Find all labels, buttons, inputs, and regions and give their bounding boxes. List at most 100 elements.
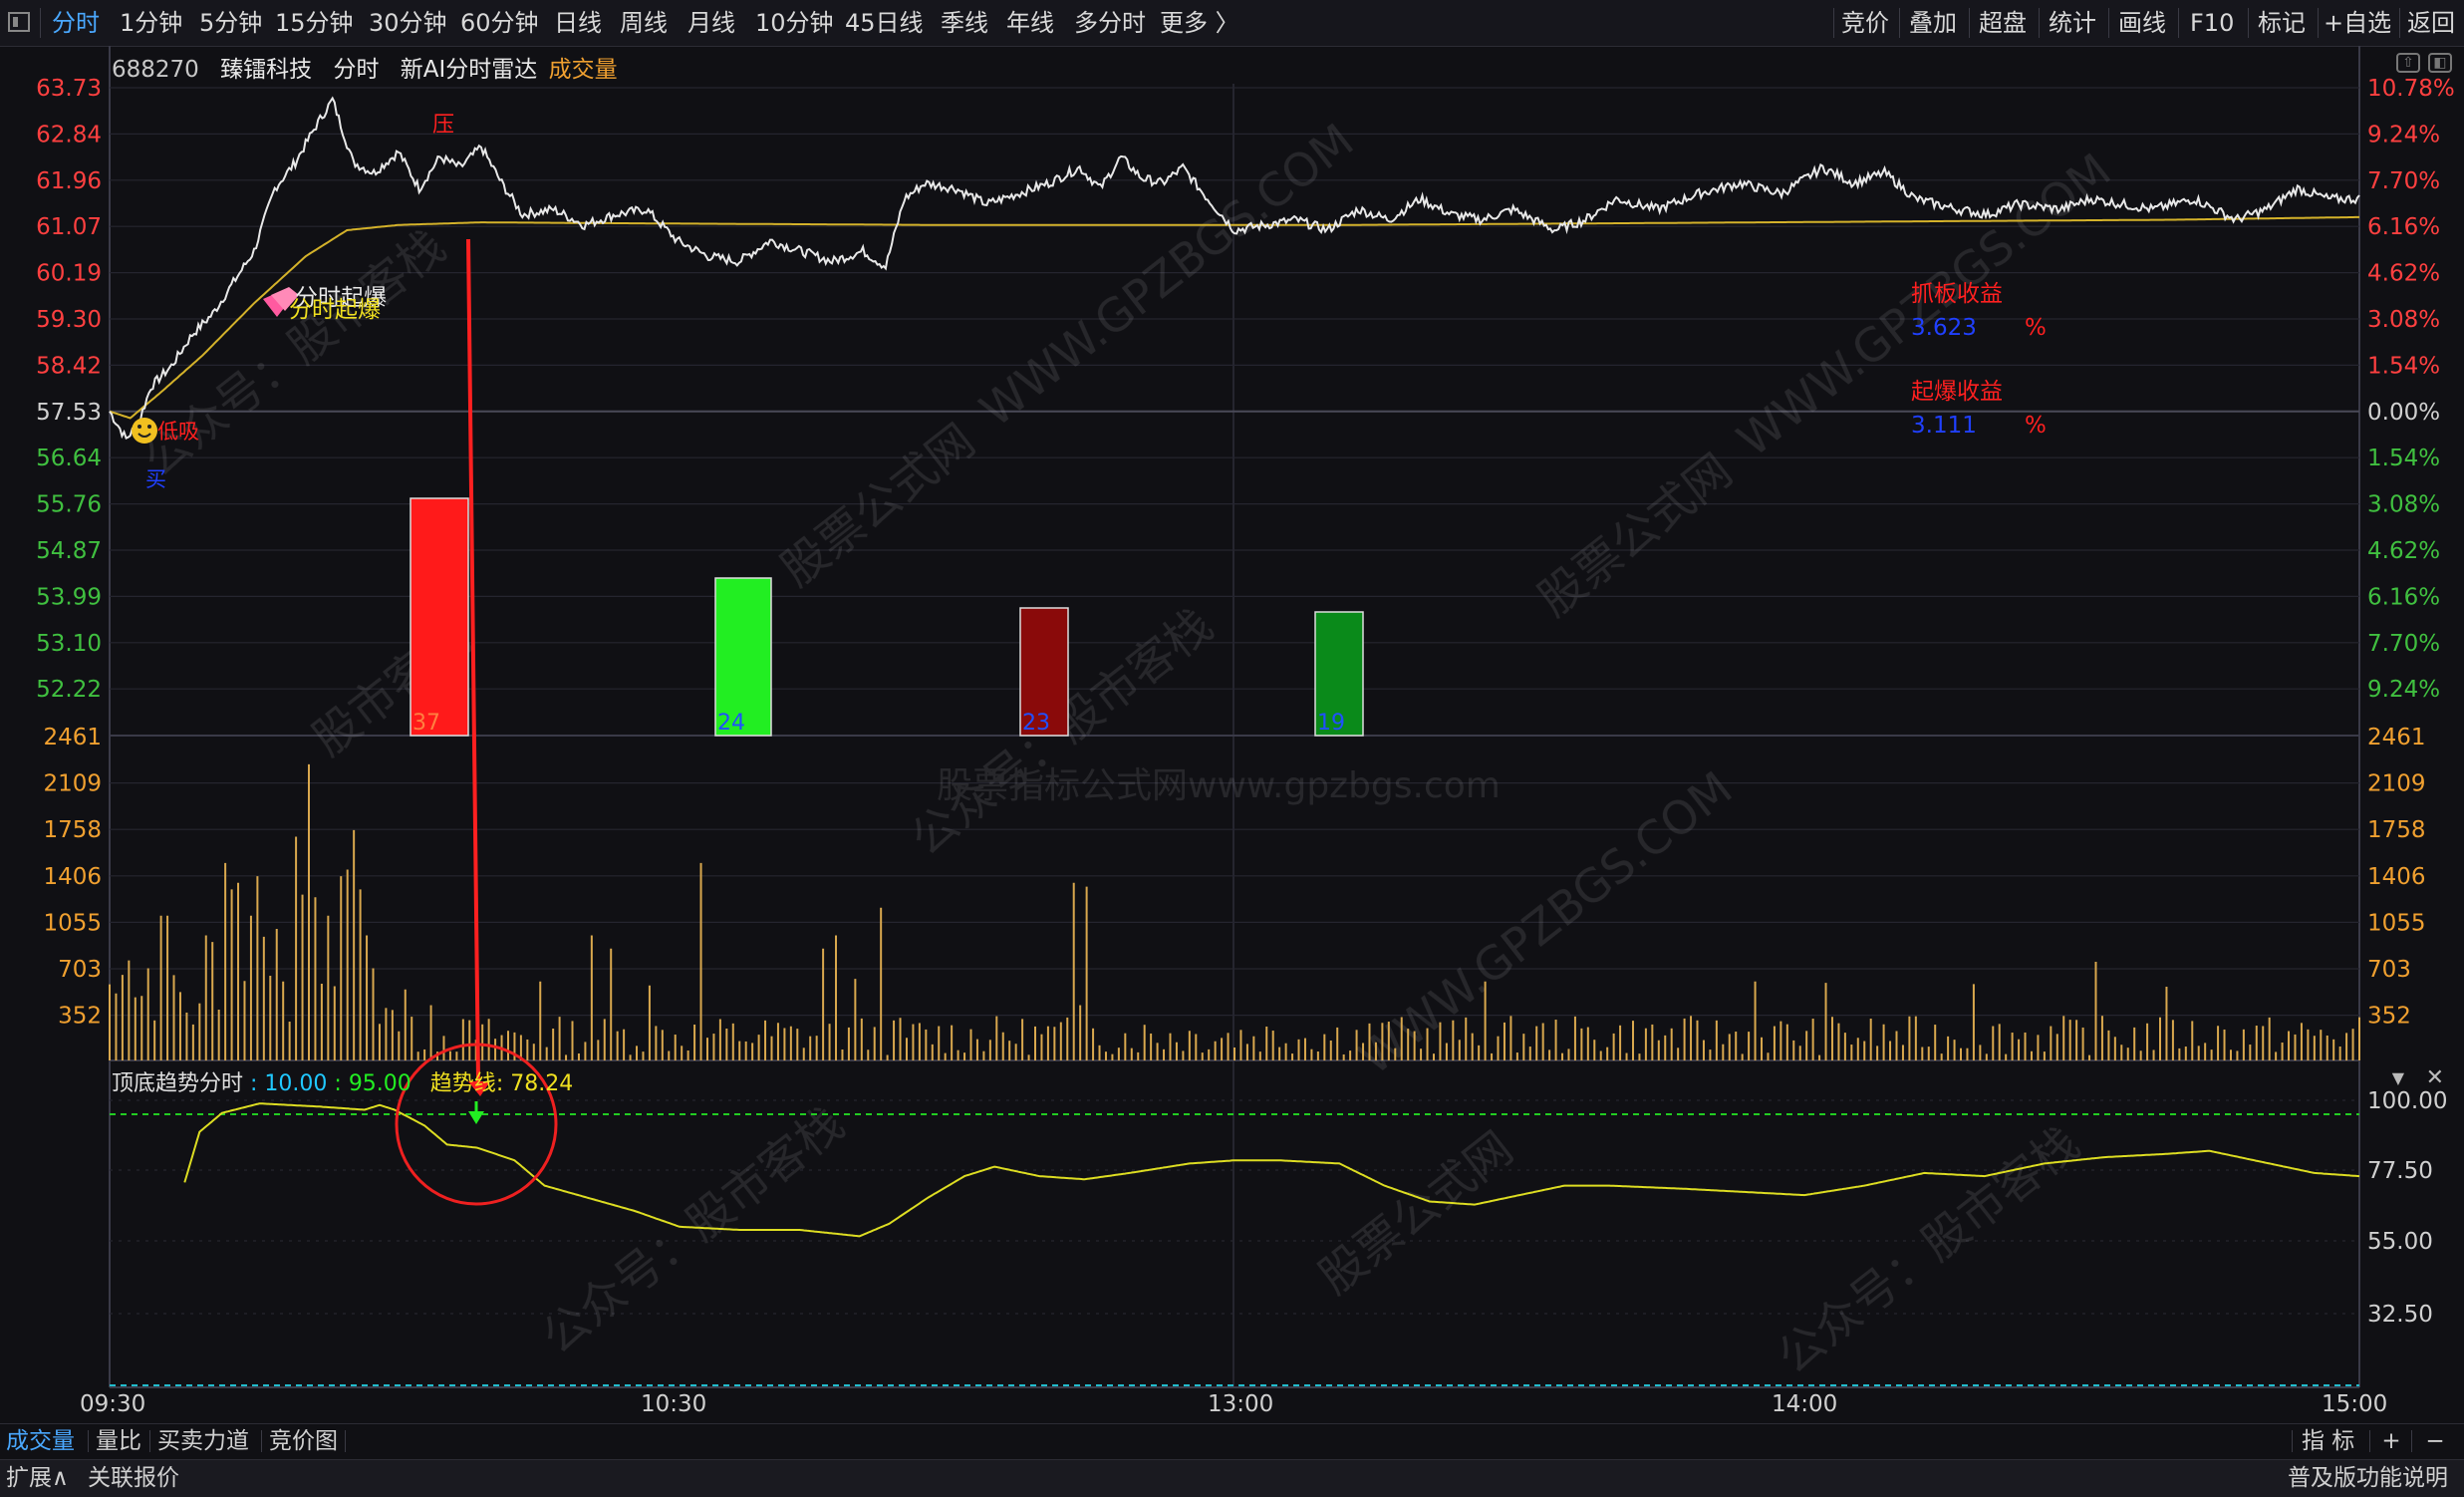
watermark-text: WWW.GPZBGS.COM [1728, 144, 2121, 467]
volume-bars [109, 763, 2360, 1060]
watermark-text: 股市客栈 [303, 611, 480, 766]
volume-label[interactable]: 成交量 [549, 57, 618, 83]
percent-tick-label: 9.24% [2367, 122, 2440, 148]
auction-button[interactable]: 竞价 [1841, 0, 1889, 46]
percent-tick-label: 7.70% [2367, 168, 2440, 194]
tab-divider [2292, 1430, 2293, 1452]
volume-tick-label: 1406 [2367, 864, 2426, 890]
add-indicator-button[interactable]: + [2377, 1424, 2405, 1458]
maximize-panel-icon[interactable]: ⇧ [2396, 53, 2420, 73]
price-axis-left: 63.73 62.84 61.96 61.07 60.19 59.30 58.42 57.53… [36, 76, 102, 703]
volume-tick-label: 1055 [43, 910, 102, 936]
indicator-axis-right: 100.00 77.50 55.00 32.50 [2367, 1088, 2447, 1328]
signal-bar-label: 37 [412, 711, 440, 736]
add-watchlist-button[interactable]: +自选 [2324, 0, 2391, 46]
indicator-tick-label: 55.00 [2367, 1229, 2433, 1255]
period-tab-45day[interactable]: 45日线 [845, 0, 924, 46]
percent-tick-label: 9.24% [2367, 677, 2440, 703]
indicator-dropdown-icon[interactable]: ▼ [2392, 1068, 2404, 1087]
percent-tick-label: 6.16% [2367, 214, 2440, 240]
period-tab-10min[interactable]: 10分钟 [755, 0, 834, 46]
indicator-tabs: 成交量 量比 买卖力道 竞价图 指 标 + − [0, 1423, 2464, 1458]
price-tick-label: 61.96 [36, 168, 102, 194]
volume-axis-left: 2461 2109 1758 1406 1055 703 352 [43, 725, 102, 1030]
time-tick-label: 14:00 [1772, 1391, 1837, 1417]
remove-indicator-button[interactable]: − [2421, 1424, 2449, 1458]
gem-shape [263, 291, 291, 317]
signal-bar-label: 23 [1022, 711, 1050, 736]
volume-tick-label: 2461 [43, 725, 102, 750]
percent-tick-label: 4.62% [2367, 261, 2440, 287]
tab-divider [2369, 1430, 2370, 1452]
watermark-text: 股票公式网 [1309, 1121, 1522, 1305]
mark-button[interactable]: 标记 [2258, 0, 2306, 46]
tab-buy-sell-power[interactable]: 买卖力道 [157, 1424, 249, 1458]
tab-volume-ratio[interactable]: 量比 [96, 1424, 141, 1458]
indicator-name[interactable]: 顶底趋势分时 [112, 1071, 243, 1096]
draw-line-button[interactable]: 画线 [2118, 0, 2166, 46]
time-tick-label: 15:00 [2322, 1391, 2387, 1417]
period-tab-multi[interactable]: 多分时 [1074, 0, 1146, 46]
price-tick-label: 63.73 [36, 76, 102, 102]
breakout-gem-icon [263, 287, 299, 317]
indicator-name[interactable]: 新AI分时雷达 [401, 57, 538, 83]
period-label: 分时 [333, 57, 380, 83]
period-tab-day[interactable]: 日线 [554, 0, 602, 46]
tab-auction-chart[interactable]: 竞价图 [269, 1424, 338, 1458]
percent-tick-label: 0.00% [2367, 400, 2440, 426]
period-tab-month[interactable]: 月线 [687, 0, 735, 46]
volume-tick-label: 703 [2367, 957, 2411, 983]
overlay-button[interactable]: 叠加 [1909, 0, 1957, 46]
price-tick-label: 62.84 [36, 122, 102, 148]
period-tab-5min[interactable]: 5分钟 [199, 0, 262, 46]
volume-tick-label: 352 [2367, 1004, 2411, 1030]
indicator-close-icon[interactable]: ✕ [2426, 1065, 2444, 1090]
version-help-link[interactable]: 普及版功能说明 [2288, 1460, 2448, 1496]
statistics-button[interactable]: 统计 [2049, 0, 2096, 46]
toolbar-divider [2108, 8, 2109, 38]
toolbar-divider [2399, 8, 2400, 38]
signal-bar-label: 19 [1317, 711, 1345, 736]
period-tab-60min[interactable]: 60分钟 [460, 0, 539, 46]
chart-title: 688270 臻镭科技 分时 新AI分时雷达 成交量 [112, 50, 632, 84]
period-tab-30min[interactable]: 30分钟 [369, 0, 447, 46]
period-tab-1min[interactable]: 1分钟 [120, 0, 182, 46]
toolbar-divider [2178, 8, 2179, 38]
f10-button[interactable]: F10 [2190, 0, 2234, 46]
watermark-text: 公众号：股市客栈 [1768, 1116, 2089, 1384]
time-tick-label: 10:30 [641, 1391, 706, 1417]
volume-tick-label: 1758 [2367, 817, 2426, 843]
expand-button[interactable]: 扩展∧ [6, 1460, 69, 1496]
price-tick-label: 59.30 [36, 307, 102, 333]
indicator-menu-button[interactable]: 指 标 [2302, 1424, 2354, 1458]
period-tab-15min[interactable]: 15分钟 [275, 0, 354, 46]
toolbar-divider [1969, 8, 1970, 38]
smiley-eye [147, 425, 151, 429]
period-tab-week[interactable]: 周线 [620, 0, 668, 46]
related-quote-button[interactable]: 关联报价 [88, 1460, 179, 1496]
signal-arrow [466, 239, 490, 1096]
super-board-button[interactable]: 超盘 [1979, 0, 2027, 46]
period-tab-fenshi[interactable]: 分时 [52, 0, 100, 46]
panel-controls: ⇧ ◧ [2388, 52, 2452, 73]
burst-profit-value: 3.111 [1911, 413, 1977, 439]
tab-volume[interactable]: 成交量 [6, 1424, 75, 1458]
back-button[interactable]: 返回 [2407, 0, 2455, 46]
percent-tick-label: 7.70% [2367, 631, 2440, 657]
signal-bar [714, 577, 772, 737]
window-menu-icon[interactable] [8, 12, 30, 32]
period-tab-year[interactable]: 年线 [1006, 0, 1054, 46]
tab-divider [2411, 1430, 2412, 1452]
stock-code: 688270 [112, 57, 199, 83]
split-panel-icon[interactable]: ◧ [2428, 53, 2452, 73]
grab-profit-label: 抓板收益 [1911, 281, 2003, 307]
percent-tick-label: 6.16% [2367, 584, 2440, 610]
price-line [109, 96, 2360, 440]
signal-bars: 37 24 23 19 [410, 497, 1364, 737]
param-separator: : [327, 1071, 349, 1096]
more-periods-menu[interactable]: 更多 〉 [1160, 0, 1239, 46]
price-tick-label: 55.76 [36, 492, 102, 518]
intraday-chart: 63.73 62.84 61.96 61.07 60.19 59.30 58.42 57.53… [36, 46, 2455, 1417]
period-tab-quarter[interactable]: 季线 [941, 0, 988, 46]
smiley-mouth [137, 433, 151, 438]
